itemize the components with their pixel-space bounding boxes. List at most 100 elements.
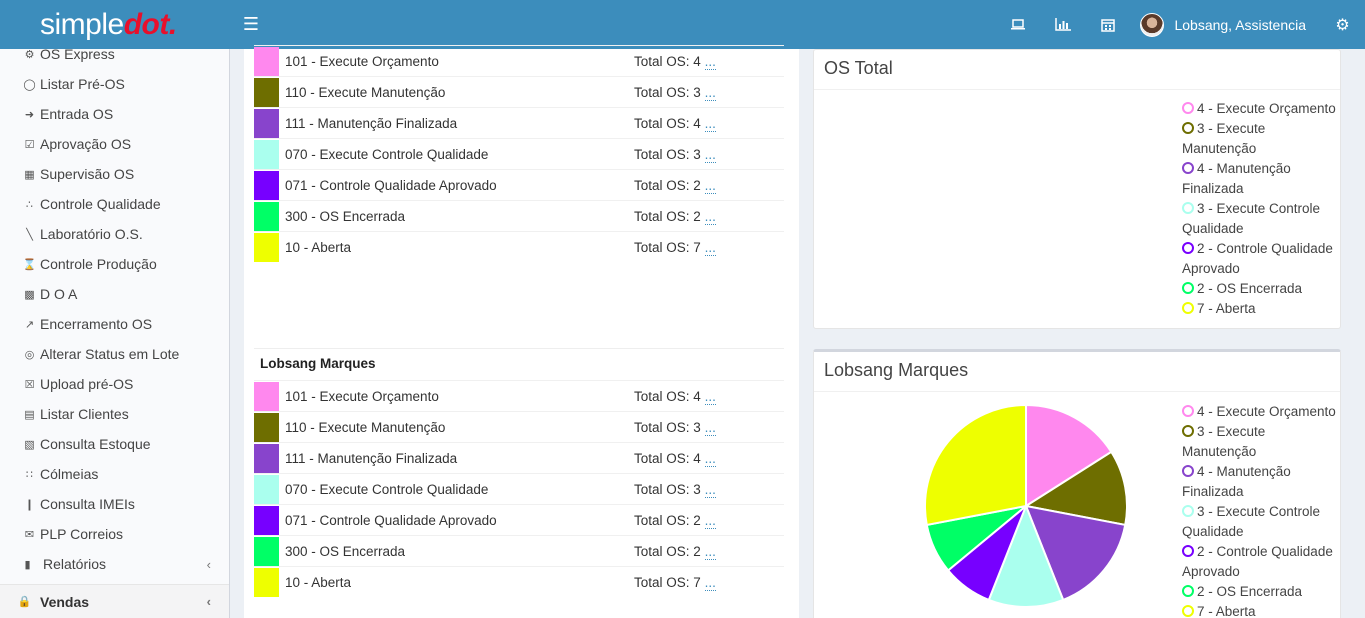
status-total: Total OS: 4 ... — [634, 53, 784, 70]
color-swatch — [254, 46, 279, 76]
sidebar-section-vendas[interactable]: 🔒 Vendas ‹ — [0, 584, 229, 618]
sidebar-item-alterar-status[interactable]: ◎ Alterar Status em Lote — [0, 339, 229, 369]
settings-button[interactable]: ⚙ — [1320, 0, 1365, 49]
legend-label: 3 - Execute Controle Qualidade — [1182, 201, 1321, 236]
color-swatch — [254, 536, 279, 566]
legend-item[interactable]: 2 - OS Encerrada — [1182, 279, 1337, 299]
total-label: Total OS: 4 — [634, 388, 701, 404]
legend-ring-icon — [1182, 302, 1194, 314]
sidebar-item-laboratorio-os[interactable]: ╲ Laboratório O.S. — [0, 219, 229, 249]
legend-ring-icon — [1182, 282, 1194, 294]
color-swatch — [254, 232, 279, 262]
screwdriver-icon: ╲ — [26, 228, 33, 241]
sidebar-item-upload-pre-os[interactable]: ☒ Upload pré-OS — [0, 369, 229, 399]
envelope-icon: ✉ — [24, 528, 35, 541]
legend-label: 2 - Controle Qualidade Aprovado — [1182, 544, 1333, 579]
bullseye-icon: ◎ — [24, 348, 35, 361]
sidebar-item-consulta-imeis[interactable]: ❙ Consulta IMEIs — [0, 489, 229, 519]
details-link[interactable]: ... — [704, 177, 716, 194]
status-row: 071 - Controle Qualidade Aprovado Total O… — [254, 504, 784, 535]
legend-item[interactable]: 2 - Controle Qualidade Aprovado — [1182, 542, 1337, 582]
sidebar-item-listar-clientes[interactable]: ▤ Listar Clientes — [0, 399, 229, 429]
legend-item[interactable]: 3 - Execute Controle Qualidade — [1182, 199, 1337, 239]
sidebar-item-colmeias[interactable]: ∷ Cólmeias — [0, 459, 229, 489]
legend-item[interactable]: 2 - Controle Qualidade Aprovado — [1182, 239, 1337, 279]
legend-item[interactable]: 4 - Manutenção Finalizada — [1182, 462, 1337, 502]
legend-item[interactable]: 3 - Execute Manutenção — [1182, 422, 1337, 462]
status-total: Total OS: 3 ... — [634, 146, 784, 163]
chart-button[interactable] — [1040, 0, 1085, 49]
sidebar-item-controle-producao[interactable]: ⌛ Controle Produção — [0, 249, 229, 279]
status-total: Total OS: 2 ... — [634, 208, 784, 225]
details-link[interactable]: ... — [704, 419, 716, 436]
legend-item[interactable]: 3 - Execute Manutenção — [1182, 119, 1337, 159]
laptop-button[interactable] — [995, 0, 1040, 49]
calendar-button[interactable] — [1085, 0, 1130, 49]
comment-icon: ◯ — [23, 78, 36, 91]
details-link[interactable]: ... — [704, 53, 716, 70]
details-link[interactable]: ... — [704, 574, 716, 591]
details-link[interactable]: ... — [704, 388, 716, 405]
legend-ring-icon — [1182, 465, 1194, 477]
details-link[interactable]: ... — [704, 208, 716, 225]
sidebar-item-label: Controle Qualidade — [40, 196, 161, 212]
legend-ring-icon — [1182, 585, 1194, 597]
sidebar-item-listar-pre-os[interactable]: ◯ Listar Pré-OS — [0, 69, 229, 99]
sidebar-item-controle-qualidade[interactable]: ∴ Controle Qualidade — [0, 189, 229, 219]
user-menu[interactable]: Lobsang, Assistencia — [1130, 0, 1320, 49]
details-link[interactable]: ... — [704, 450, 716, 467]
sidebar-item-encerramento-os[interactable]: ↗ Encerramento OS — [0, 309, 229, 339]
status-name: 070 - Execute Controle Qualidade — [285, 146, 489, 162]
total-label: Total OS: 4 — [634, 115, 701, 131]
pie-slice-7[interactable] — [924, 404, 1027, 527]
legend-item[interactable]: 7 - Aberta — [1182, 299, 1337, 319]
sidebar-item-supervisao-os[interactable]: ▦ Supervisão OS — [0, 159, 229, 189]
status-row: 071 - Controle Qualidade Aprovado Total O… — [254, 169, 784, 200]
details-link[interactable]: ... — [704, 146, 716, 163]
details-link[interactable]: ... — [704, 543, 716, 560]
status-row: 110 - Execute Manutenção Total OS: 3 ... — [254, 76, 784, 107]
calendar-check-icon: ▦ — [24, 168, 35, 181]
sidebar-item-plp-correios[interactable]: ✉ PLP Correios — [0, 519, 229, 549]
details-link[interactable]: ... — [704, 512, 716, 529]
barcode-icon: ❙ — [24, 498, 35, 511]
legend-item[interactable]: 4 - Execute Orçamento — [1182, 99, 1337, 119]
details-link[interactable]: ... — [704, 115, 716, 132]
status-total: Total OS: 2 ... — [634, 543, 784, 560]
sidebar-item-consulta-estoque[interactable]: ▧ Consulta Estoque — [0, 429, 229, 459]
top-navbar: simple dot. ☰ Lobsang, Assistencia ⚙ — [0, 0, 1365, 49]
status-row: 110 - Execute Manutenção Total OS: 3 ... — [254, 411, 784, 442]
legend-item[interactable]: 4 - Manutenção Finalizada — [1182, 159, 1337, 199]
legend-label: 3 - Execute Controle Qualidade — [1182, 504, 1321, 539]
status-row: 111 - Manutenção Finalizada Total OS: 4 .… — [254, 442, 784, 473]
details-link[interactable]: ... — [704, 84, 716, 101]
details-link[interactable]: ... — [704, 239, 716, 256]
legend-item[interactable]: 2 - OS Encerrada — [1182, 582, 1337, 602]
hourglass-icon: ⌛ — [22, 258, 37, 271]
sidebar-item-label: Cólmeias — [40, 466, 99, 482]
chart-panel-lobsang: Lobsang Marques 4 - Execute Orçamento 3 -… — [813, 349, 1341, 618]
details-link[interactable]: ... — [704, 481, 716, 498]
file-excel-icon: ☒ — [24, 378, 35, 391]
sidebar-item-label: Aprovação OS — [40, 136, 132, 152]
status-total: Total OS: 3 ... — [634, 419, 784, 436]
legend-ring-icon — [1182, 102, 1194, 114]
sidebar-item-entrada-os[interactable]: ➜ Entrada OS — [0, 99, 229, 129]
status-total: Total OS: 7 ... — [634, 239, 784, 256]
legend-item[interactable]: 7 - Aberta — [1182, 602, 1337, 618]
sidebar-item-label: Relatórios — [43, 556, 107, 572]
gears-icon: ⚙ — [24, 49, 35, 61]
sidebar-item-os-express[interactable]: ⚙ OS Express — [0, 49, 229, 69]
shopping-bag-icon: 🔒 — [17, 596, 32, 608]
legend-item[interactable]: 4 - Execute Orçamento — [1182, 402, 1337, 422]
legend-ring-icon — [1182, 202, 1194, 214]
sidebar-item-aprovacao-os[interactable]: ☑ Aprovação OS — [0, 129, 229, 159]
legend-label: 7 - Aberta — [1197, 301, 1256, 316]
total-label: Total OS: 3 — [634, 419, 701, 435]
sidebar-toggle-button[interactable]: ☰ — [230, 0, 272, 49]
sidebar-item-relatorios[interactable]: ▮ Relatórios ‹ — [0, 549, 229, 579]
legend-label: 3 - Execute Manutenção — [1182, 121, 1266, 156]
legend-item[interactable]: 3 - Execute Controle Qualidade — [1182, 502, 1337, 542]
app-logo[interactable]: simple dot. — [0, 0, 230, 49]
sidebar-item-doa[interactable]: ▩ D O A — [0, 279, 229, 309]
